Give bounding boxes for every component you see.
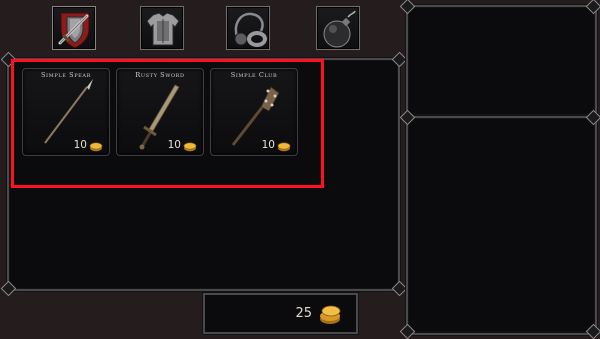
tab-weapons[interactable] [52,6,96,50]
shield-sword-icon [58,12,90,49]
bomb-icon [323,10,356,48]
tab-accessories[interactable] [226,6,270,50]
item-selection-highlight [11,59,324,188]
info-panel-top [406,5,597,117]
chest-armor-icon [146,12,180,46]
player-gold-display: 25 [203,293,358,334]
ring-amulet-icon [234,12,267,47]
gold-amount: 25 [295,306,312,321]
tab-consumables[interactable] [316,6,360,50]
info-panel-bottom [406,116,597,335]
gold-coin-stack-icon [320,305,341,324]
tab-armor[interactable] [140,6,184,50]
